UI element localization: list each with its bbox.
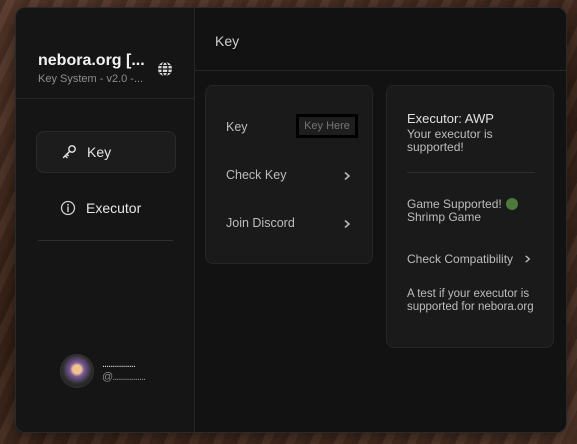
chevron-right-icon [344, 171, 351, 181]
executor-divider [407, 172, 535, 173]
header: Key [195, 8, 566, 71]
sidebar-item-label: Executor [86, 200, 142, 216]
user-handle: @................ [102, 371, 146, 383]
sidebar-item-label: Key [87, 144, 112, 160]
user-name: ................ [102, 358, 136, 370]
join-discord-button[interactable]: Join Discord [226, 216, 352, 232]
sidebar-divider [16, 98, 194, 99]
app-window: nebora.org [... Key System - v2.0 -... K… [16, 8, 566, 432]
check-compatibility-label: Check Compatibility [407, 252, 514, 266]
chevron-right-icon [344, 219, 351, 229]
executor-title: Executor: AWP [407, 111, 494, 126]
avatar [60, 354, 94, 388]
check-key-label: Check Key [226, 168, 287, 182]
user-profile[interactable]: ................ @................ [60, 354, 146, 388]
check-compatibility-button[interactable]: Check Compatibility [407, 252, 513, 266]
brand-title: nebora.org [... [38, 52, 145, 69]
executor-card: Executor: AWP Your executor is supported… [386, 85, 554, 348]
game-supported: Game Supported! [407, 197, 518, 211]
status-indicator [505, 198, 518, 210]
sidebar: nebora.org [... Key System - v2.0 -... K… [16, 8, 195, 432]
key-label: Key [226, 120, 248, 134]
sidebar-item-executor[interactable]: Executor [36, 188, 174, 228]
compatibility-description: A test if your executor is supported for… [407, 288, 534, 313]
key-input[interactable] [296, 114, 358, 138]
check-key-button[interactable]: Check Key [226, 168, 352, 184]
key-card: Key Check Key Join Discord [205, 85, 373, 264]
chevron-right-icon [525, 255, 531, 263]
game-name: Shrimp Game [407, 210, 482, 224]
join-discord-label: Join Discord [226, 216, 295, 230]
game-supported-label: Game Supported! [407, 197, 502, 211]
info-icon [60, 200, 76, 216]
brand-subtitle: Key System - v2.0 -... [38, 73, 144, 85]
brand: nebora.org [... Key System - v2.0 -... [38, 52, 158, 85]
key-icon [62, 145, 76, 159]
sidebar-item-key[interactable]: Key [36, 131, 176, 173]
globe-icon[interactable] [156, 60, 174, 78]
nav-divider [38, 240, 173, 241]
executor-description: Your executor is supported! [407, 127, 493, 154]
page-title: Key [215, 33, 240, 49]
